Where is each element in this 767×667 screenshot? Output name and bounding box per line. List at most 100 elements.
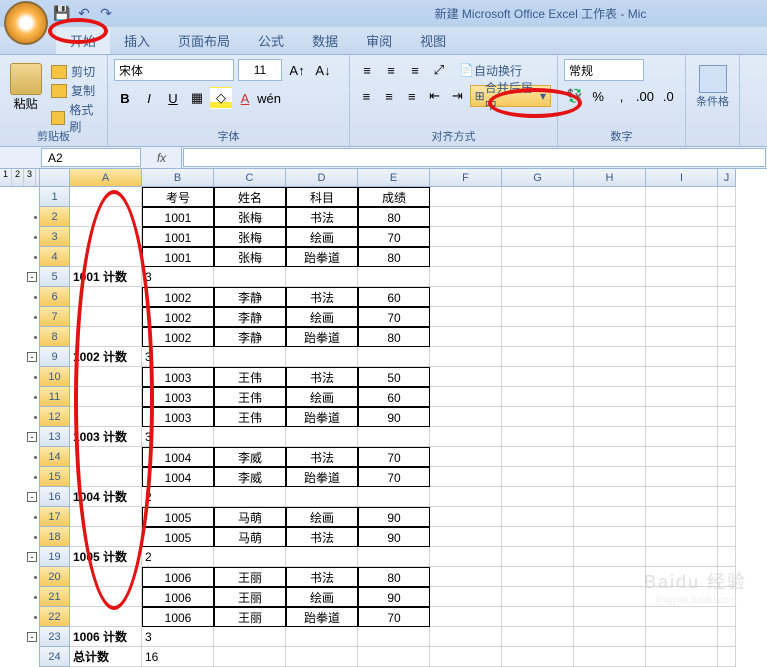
cell[interactable] (646, 387, 718, 407)
cell[interactable] (574, 267, 646, 287)
cell[interactable] (502, 487, 574, 507)
cell[interactable]: 跆拳道 (286, 607, 358, 627)
wrap-text-button[interactable]: 📄自动换行 (452, 59, 529, 81)
cell[interactable] (70, 607, 142, 627)
cell[interactable]: 1005 计数 (70, 547, 142, 567)
cell[interactable]: 科目 (286, 187, 358, 207)
outline-cell[interactable] (0, 527, 39, 547)
cell[interactable]: 1003 (142, 407, 214, 427)
cell[interactable] (718, 467, 736, 487)
cell[interactable] (430, 647, 502, 667)
conditional-formatting-button[interactable]: 条件格 (692, 59, 733, 109)
cell[interactable]: 跆拳道 (286, 247, 358, 267)
outline-cell[interactable]: - (0, 267, 39, 287)
cell[interactable] (430, 407, 502, 427)
cell[interactable] (358, 627, 430, 647)
cell[interactable]: 总计数 (70, 647, 142, 667)
cell[interactable]: 1005 (142, 527, 214, 547)
cell[interactable] (502, 647, 574, 667)
cell[interactable]: 3 (142, 627, 214, 647)
cell[interactable] (430, 567, 502, 587)
cell[interactable] (718, 227, 736, 247)
cell[interactable] (70, 387, 142, 407)
column-header-H[interactable]: H (574, 169, 646, 187)
cell[interactable] (502, 447, 574, 467)
cell[interactable] (70, 447, 142, 467)
cell[interactable] (502, 347, 574, 367)
cell[interactable]: 70 (358, 227, 430, 247)
cell[interactable] (430, 307, 502, 327)
cell[interactable] (430, 367, 502, 387)
cell[interactable] (646, 467, 718, 487)
outline-cell[interactable] (0, 407, 39, 427)
row-header[interactable]: 11 (40, 387, 70, 407)
row-header[interactable]: 12 (40, 407, 70, 427)
cell[interactable] (358, 347, 430, 367)
cell[interactable] (718, 607, 736, 627)
decrease-indent-icon[interactable]: ⇤ (424, 85, 445, 107)
font-name-select[interactable] (114, 59, 234, 81)
orientation-icon[interactable]: ⤢ (428, 59, 450, 81)
cell[interactable]: 书法 (286, 207, 358, 227)
column-header-B[interactable]: B (142, 169, 214, 187)
cell[interactable]: 2 (142, 547, 214, 567)
cell[interactable] (574, 367, 646, 387)
cell[interactable] (214, 647, 286, 667)
row-header[interactable]: 13 (40, 427, 70, 447)
cell[interactable] (574, 567, 646, 587)
cell[interactable]: 绘画 (286, 387, 358, 407)
border-button[interactable]: ▦ (186, 87, 208, 109)
cell[interactable] (502, 607, 574, 627)
cell[interactable] (574, 647, 646, 667)
cell[interactable] (70, 567, 142, 587)
cell[interactable] (502, 427, 574, 447)
row-header[interactable]: 5 (40, 267, 70, 287)
row-header[interactable]: 10 (40, 367, 70, 387)
cell[interactable] (430, 327, 502, 347)
cell[interactable] (646, 527, 718, 547)
cell[interactable] (646, 247, 718, 267)
cell[interactable] (430, 467, 502, 487)
cell[interactable]: 70 (358, 447, 430, 467)
cell[interactable] (646, 487, 718, 507)
cell[interactable] (430, 267, 502, 287)
cell[interactable] (70, 187, 142, 207)
underline-button[interactable]: U (162, 87, 184, 109)
column-header-A[interactable]: A (70, 169, 142, 187)
column-header-E[interactable]: E (358, 169, 430, 187)
cell[interactable]: 3 (142, 427, 214, 447)
percent-icon[interactable]: % (587, 85, 608, 107)
cell[interactable] (502, 267, 574, 287)
cell[interactable]: 1002 计数 (70, 347, 142, 367)
cell[interactable] (502, 227, 574, 247)
cell[interactable] (646, 307, 718, 327)
cell[interactable]: 张梅 (214, 207, 286, 227)
cell[interactable] (70, 247, 142, 267)
cell[interactable]: 1005 (142, 507, 214, 527)
cell[interactable] (646, 547, 718, 567)
cell[interactable] (574, 627, 646, 647)
undo-icon[interactable]: ↶ (76, 6, 92, 22)
increase-decimal-icon[interactable]: .00 (634, 85, 655, 107)
cell[interactable]: 书法 (286, 287, 358, 307)
cell[interactable] (430, 427, 502, 447)
cell[interactable]: 1002 (142, 287, 214, 307)
cell[interactable] (430, 247, 502, 267)
column-header-C[interactable]: C (214, 169, 286, 187)
row-header[interactable]: 9 (40, 347, 70, 367)
cell[interactable]: 1002 (142, 307, 214, 327)
outline-cell[interactable] (0, 507, 39, 527)
cell[interactable] (286, 487, 358, 507)
cell[interactable] (70, 207, 142, 227)
outline-collapse-icon[interactable]: - (27, 432, 37, 442)
row-header[interactable]: 21 (40, 587, 70, 607)
cell[interactable] (502, 387, 574, 407)
cell[interactable] (574, 387, 646, 407)
cell[interactable]: 1006 (142, 587, 214, 607)
cell[interactable]: 姓名 (214, 187, 286, 207)
cell[interactable] (574, 327, 646, 347)
save-icon[interactable]: 💾 (54, 6, 70, 22)
cell[interactable] (646, 287, 718, 307)
fx-icon[interactable]: fx (142, 147, 182, 168)
cell[interactable] (430, 587, 502, 607)
